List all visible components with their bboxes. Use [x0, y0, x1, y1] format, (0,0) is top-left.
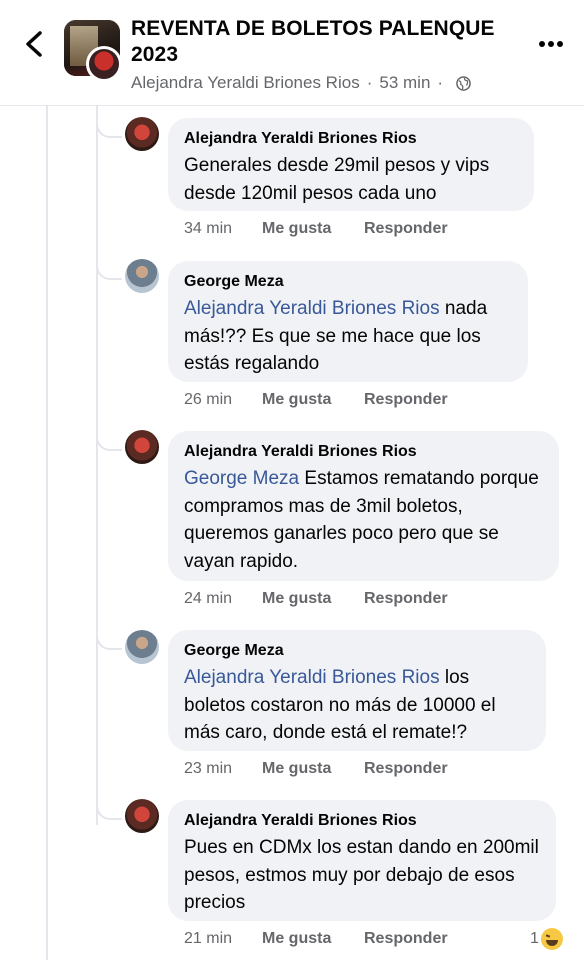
globe-icon	[456, 75, 471, 91]
comment-text: Alejandra Yeraldi Briones Rios los bolet…	[184, 664, 530, 747]
like-button[interactable]: Me gusta	[262, 590, 364, 608]
group-title[interactable]: REVENTA DE BOLETOS PALENQUE 2023	[131, 16, 511, 68]
mention-link[interactable]: Alejandra Yeraldi Briones Rios	[184, 298, 440, 319]
reply-button[interactable]: Responder	[364, 760, 448, 778]
like-button[interactable]: Me gusta	[262, 760, 364, 778]
like-button[interactable]: Me gusta	[262, 930, 364, 948]
avatar[interactable]	[125, 430, 159, 464]
post-header: REVENTA DE BOLETOS PALENQUE 2023 Alejand…	[0, 0, 584, 106]
reply-connector	[96, 425, 122, 451]
comment-author[interactable]: George Meza	[184, 272, 512, 292]
reply-button[interactable]: Responder	[364, 391, 448, 409]
avatar[interactable]	[125, 630, 159, 664]
more-options-icon[interactable]	[538, 40, 564, 48]
comment-body: Pues en CDMx los estan dando en 200mil p…	[184, 837, 539, 913]
reply-button[interactable]: Responder	[364, 590, 448, 608]
reply-connector	[96, 112, 122, 138]
reaction-summary[interactable]: 1	[530, 928, 563, 950]
comment-text: Pues en CDMx los estan dando en 200mil p…	[184, 834, 540, 917]
comment-bubble: George Meza Alejandra Yeraldi Briones Ri…	[168, 261, 528, 382]
comment-actions: 24 min Me gusta Responder	[184, 590, 448, 608]
reply-thread-line	[96, 105, 98, 825]
comment-time[interactable]: 24 min	[184, 590, 262, 608]
comment-author[interactable]: Alejandra Yeraldi Briones Rios	[184, 129, 518, 149]
avatar[interactable]	[125, 117, 159, 151]
comment-bubble: George Meza Alejandra Yeraldi Briones Ri…	[168, 630, 546, 751]
reply-connector	[96, 254, 122, 280]
comment-text: Alejandra Yeraldi Briones Rios nada más!…	[184, 295, 512, 378]
comment-bubble: Alejandra Yeraldi Briones Rios Generales…	[168, 118, 534, 211]
reaction-count: 1	[530, 930, 539, 947]
comment-actions: 23 min Me gusta Responder	[184, 760, 448, 778]
post-time[interactable]: 53 min	[379, 73, 430, 93]
comment-author[interactable]: George Meza	[184, 641, 530, 661]
back-arrow-icon[interactable]	[20, 28, 48, 60]
comment-time[interactable]: 34 min	[184, 220, 262, 238]
avatar[interactable]	[125, 799, 159, 833]
comment-bubble: Alejandra Yeraldi Briones Rios George Me…	[168, 431, 559, 581]
post-subtitle: Alejandra Yeraldi Briones Rios · 53 min …	[131, 73, 471, 93]
comment-actions: 21 min Me gusta Responder	[184, 930, 448, 948]
comment-author[interactable]: Alejandra Yeraldi Briones Rios	[184, 811, 540, 831]
reply-button[interactable]: Responder	[364, 220, 448, 238]
mention-link[interactable]: Alejandra Yeraldi Briones Rios	[184, 667, 440, 688]
comment-text: George Meza Estamos rematando porque com…	[184, 465, 543, 575]
avatar[interactable]	[125, 259, 159, 293]
haha-emoji-icon	[540, 928, 563, 950]
mention-link[interactable]: George Meza	[184, 468, 299, 489]
thread-line	[46, 105, 48, 960]
reply-connector	[96, 624, 122, 650]
comment-bubble: Alejandra Yeraldi Briones Rios Pues en C…	[168, 800, 556, 921]
comment-body: Generales desde 29mil pesos y vips desde…	[184, 155, 490, 204]
comment-text: Generales desde 29mil pesos y vips desde…	[184, 152, 518, 207]
like-button[interactable]: Me gusta	[262, 220, 364, 238]
comment-time[interactable]: 21 min	[184, 930, 262, 948]
comment-author[interactable]: Alejandra Yeraldi Briones Rios	[184, 442, 543, 462]
comment-actions: 34 min Me gusta Responder	[184, 220, 448, 238]
reply-connector	[96, 794, 122, 820]
comment-time[interactable]: 26 min	[184, 391, 262, 409]
comment-actions: 26 min Me gusta Responder	[184, 391, 448, 409]
post-author[interactable]: Alejandra Yeraldi Briones Rios	[131, 73, 360, 93]
separator-dot-2: ·	[437, 73, 444, 92]
author-mini-avatar[interactable]	[86, 46, 122, 82]
comment-time[interactable]: 23 min	[184, 760, 262, 778]
reply-button[interactable]: Responder	[364, 930, 448, 948]
like-button[interactable]: Me gusta	[262, 391, 364, 409]
separator-dot: ·	[366, 73, 373, 92]
